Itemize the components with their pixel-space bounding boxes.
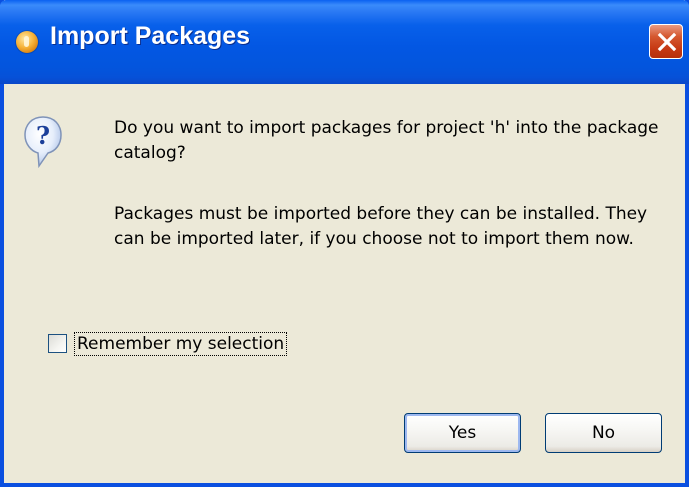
svg-text:?: ? <box>36 121 50 150</box>
yes-button[interactable]: Yes <box>404 413 521 453</box>
window-title: Import Packages <box>50 22 251 50</box>
title-bar[interactable]: Import Packages <box>0 0 689 84</box>
dialog-body: ? Do you want to import packages for pro… <box>4 84 685 483</box>
close-x-icon <box>657 32 677 52</box>
app-icon <box>16 31 38 53</box>
info-message: Packages must be imported before they ca… <box>114 204 648 249</box>
question-icon: ? <box>24 116 62 169</box>
question-message: Do you want to import packages for proje… <box>114 118 659 163</box>
no-button[interactable]: No <box>545 413 662 453</box>
remember-selection-checkbox[interactable] <box>48 334 67 353</box>
remember-selection-label[interactable]: Remember my selection <box>74 332 288 356</box>
import-packages-dialog: Import Packages ? Do you want to import … <box>0 0 689 487</box>
close-button[interactable] <box>649 24 683 59</box>
